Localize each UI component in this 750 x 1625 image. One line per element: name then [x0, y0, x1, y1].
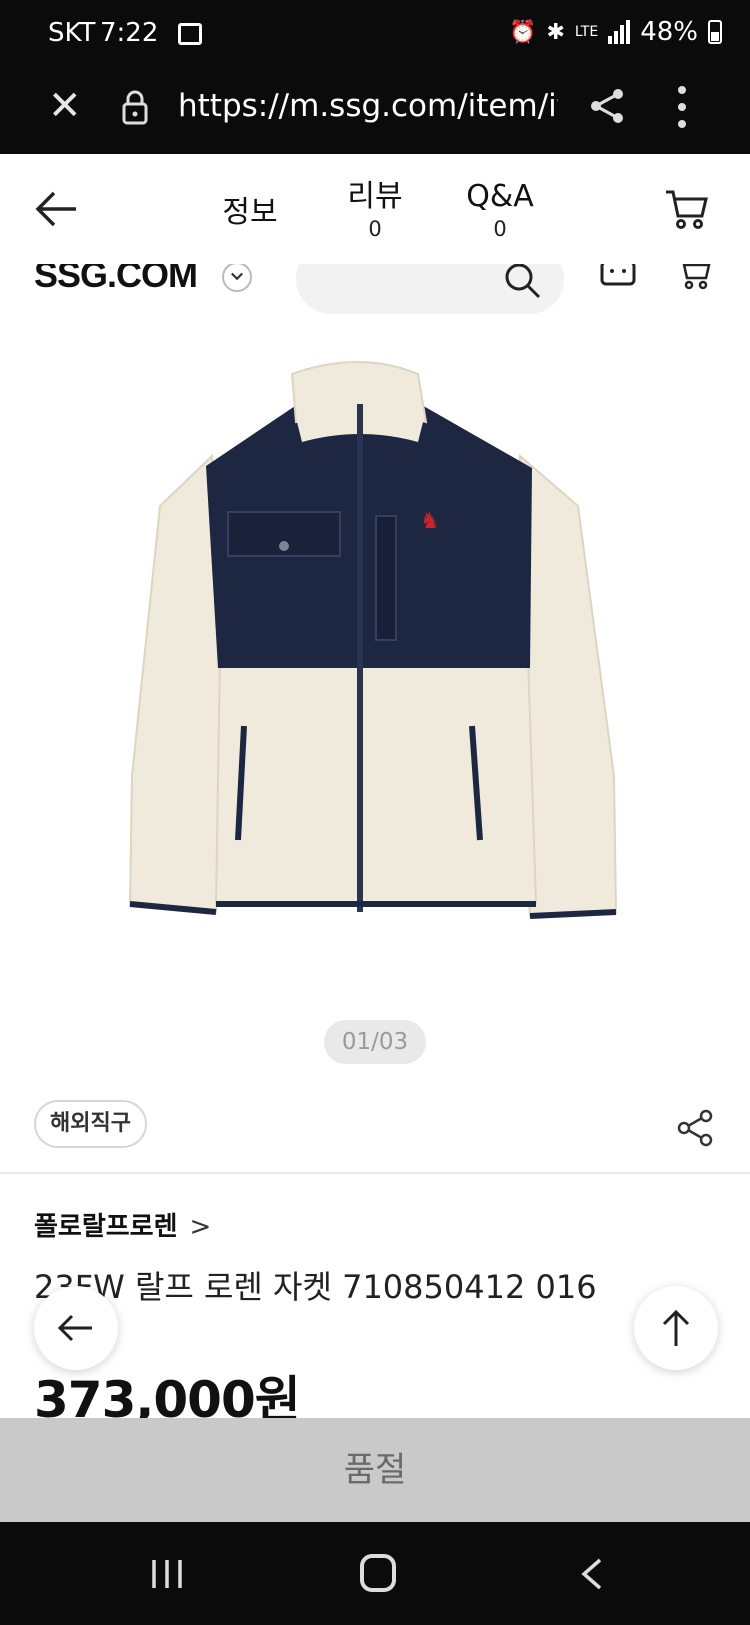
search-icon — [505, 264, 541, 299]
battery-percent: 48% — [640, 17, 698, 47]
lte-icon: LTE — [574, 24, 599, 40]
tab-label: 리뷰 — [347, 179, 403, 214]
system-nav-bar — [0, 1522, 750, 1625]
alarm-icon: ⏰ — [509, 19, 537, 45]
product-title: 23FW 랄프 로렌 자켓 710850412 016 — [34, 1268, 597, 1306]
lock-icon — [122, 90, 148, 125]
carrier-label: SKT — [48, 18, 96, 48]
back-arrow-icon — [57, 1314, 92, 1342]
url-field[interactable]: https://m.ssg.com/item/it — [178, 88, 558, 124]
chevron-right-icon: > — [189, 1212, 212, 1242]
battery-icon — [708, 20, 722, 44]
browser-toolbar: ✕ https://m.ssg.com/item/it — [0, 62, 750, 154]
close-icon[interactable]: ✕ — [48, 84, 82, 128]
back-arrow-icon[interactable] — [34, 186, 80, 232]
cart-icon[interactable] — [664, 188, 710, 230]
search-bar[interactable] — [296, 264, 564, 314]
tab-qna[interactable]: Q&A 0 — [450, 178, 550, 242]
jacket-image[interactable]: ♞ — [120, 356, 630, 962]
overseas-badge: 해외직구 — [34, 1100, 147, 1148]
floating-back-button[interactable] — [34, 1286, 118, 1370]
site-logo[interactable]: SSG.COM — [34, 264, 198, 296]
soldout-button[interactable]: 품절 — [0, 1418, 750, 1522]
recent-apps-icon[interactable] — [150, 1556, 184, 1592]
bluetooth-icon: ✱ — [546, 19, 565, 45]
tab-count: 0 — [493, 217, 507, 241]
brand-link[interactable]: 폴로랄프로렌 > — [34, 1206, 211, 1243]
back-icon[interactable] — [578, 1556, 604, 1592]
divider — [0, 1172, 750, 1174]
home-icon[interactable] — [360, 1554, 396, 1592]
tab-info[interactable]: 정보 — [210, 194, 290, 232]
tab-label: Q&A — [466, 179, 534, 214]
clock: 7:22 — [100, 18, 159, 48]
share-icon[interactable] — [676, 1108, 716, 1148]
status-bar: SKT 7:22 ⏰ ✱ LTE 48% — [0, 0, 750, 62]
share-icon[interactable] — [588, 86, 628, 126]
scroll-top-button[interactable] — [634, 1286, 718, 1370]
product-header: 정보 리뷰 0 Q&A 0 — [0, 154, 750, 264]
photo-icon — [178, 23, 202, 45]
tab-count: 0 — [368, 217, 382, 241]
signal-icon — [608, 20, 631, 44]
more-vert-icon[interactable] — [676, 84, 688, 130]
tab-label: 정보 — [222, 195, 278, 230]
bag-icon[interactable] — [598, 264, 638, 290]
status-icons: ⏰ ✱ LTE 48% — [509, 17, 722, 47]
svg-text:♞: ♞ — [420, 509, 440, 534]
chevron-down-icon[interactable] — [222, 264, 252, 292]
site-header: SSG.COM — [0, 264, 750, 324]
arrow-up-icon — [662, 1309, 690, 1346]
tab-review[interactable]: 리뷰 0 — [330, 178, 420, 242]
brand-name: 폴로랄프로렌 — [34, 1212, 178, 1242]
image-counter: 01/03 — [324, 1020, 426, 1064]
cart-icon[interactable] — [676, 264, 712, 292]
